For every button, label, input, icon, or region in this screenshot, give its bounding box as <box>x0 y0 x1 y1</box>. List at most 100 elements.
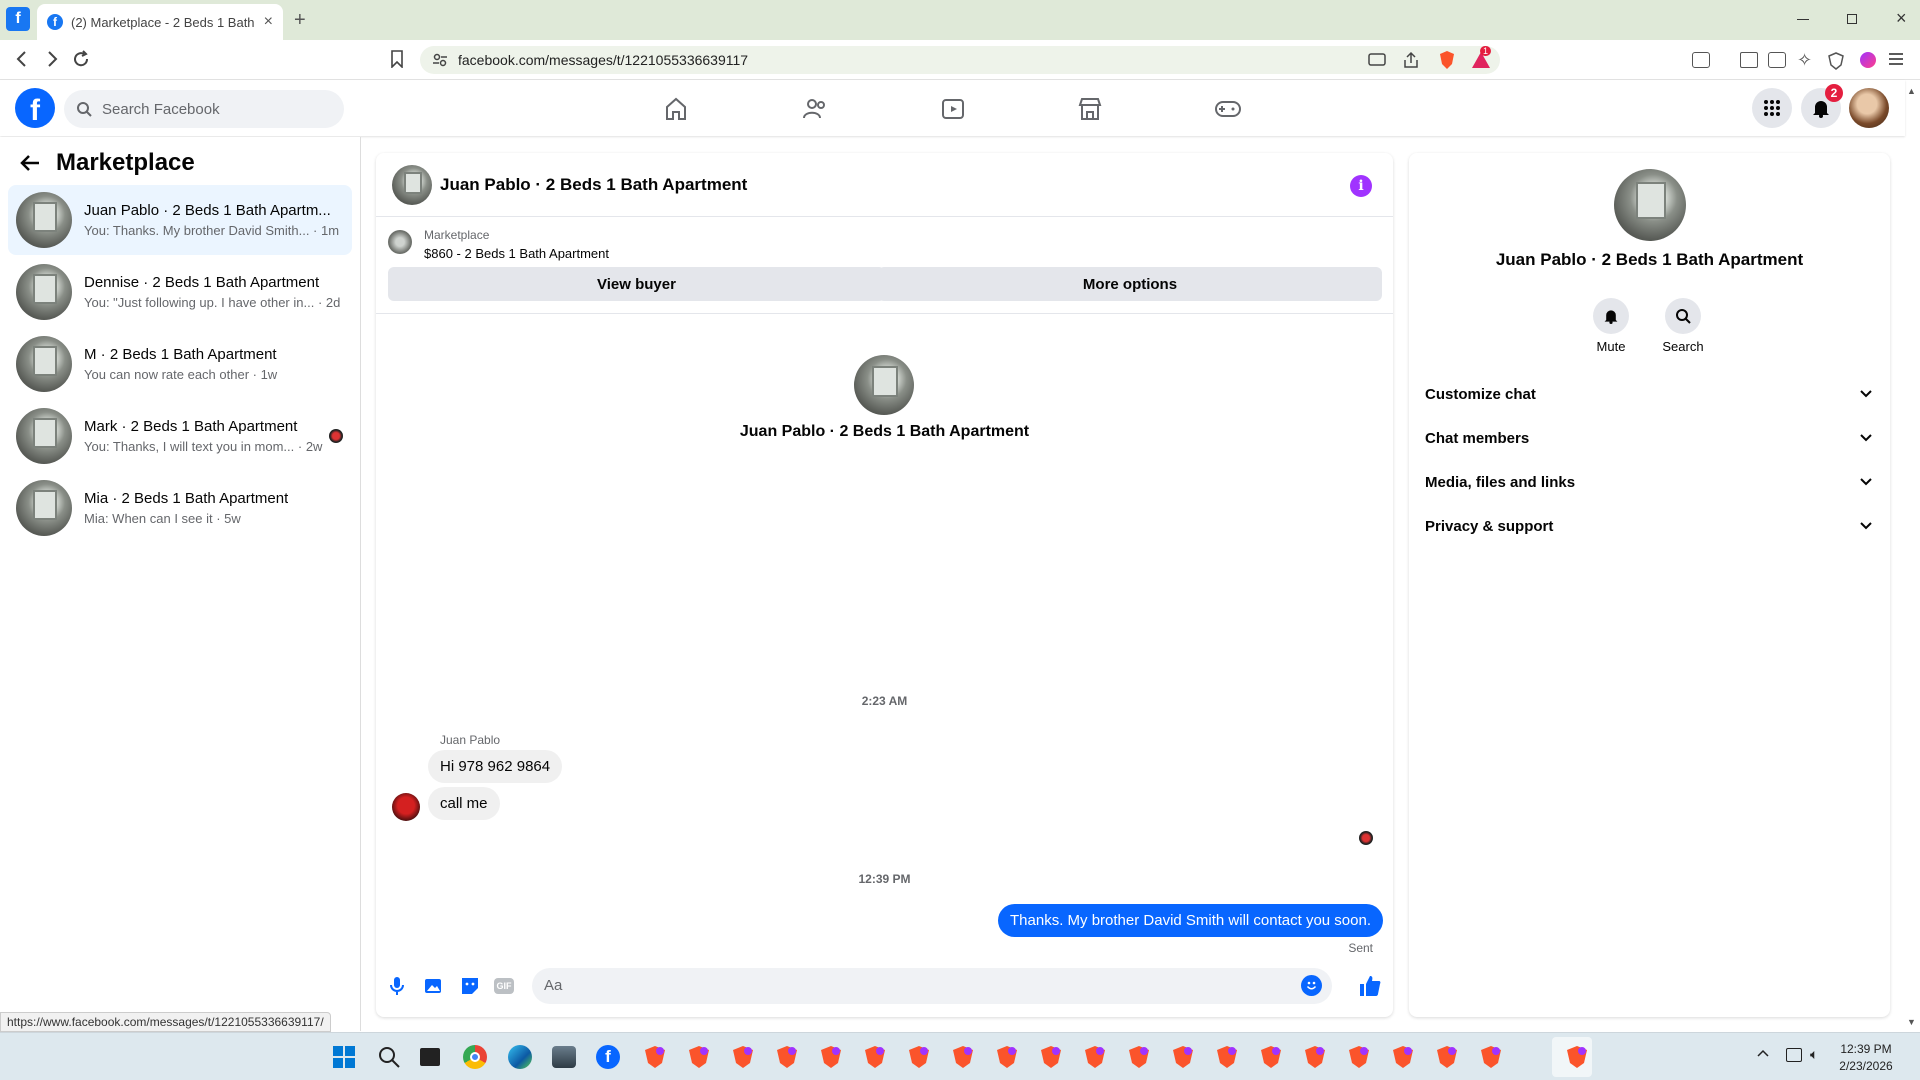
task-view-icon[interactable] <box>420 1048 440 1066</box>
message-input[interactable]: Aa <box>532 968 1332 1004</box>
section-chat-members[interactable]: Chat members <box>1425 420 1873 456</box>
section-customize-chat[interactable]: Customize chat <box>1425 376 1873 412</box>
extensions-icon[interactable] <box>1692 52 1710 68</box>
brave-icon[interactable] <box>1258 1044 1284 1070</box>
info-icon[interactable]: i <box>1350 175 1372 197</box>
brave-icon[interactable] <box>1126 1044 1152 1070</box>
browser-profile-icon[interactable]: f <box>6 7 30 31</box>
tray-chevron-up-icon[interactable] <box>1757 1049 1769 1057</box>
brave-shield-icon[interactable] <box>1438 50 1456 70</box>
reload-icon[interactable] <box>72 50 90 68</box>
tab-close-icon[interactable]: × <box>264 13 273 31</box>
conversation-item[interactable]: Mia · 2 Beds 1 Bath Apartment Mia: When c… <box>8 473 352 543</box>
view-buyer-button[interactable]: View buyer <box>388 267 885 301</box>
conversation-item[interactable]: Juan Pablo · 2 Beds 1 Bath Apartm... You:… <box>8 185 352 255</box>
incoming-message[interactable]: Hi 978 962 9864 <box>428 750 563 783</box>
brave-icon[interactable] <box>1170 1044 1196 1070</box>
brave-icon[interactable] <box>730 1044 756 1070</box>
like-thumb-icon[interactable] <box>1359 975 1381 997</box>
photo-icon[interactable] <box>424 976 444 996</box>
app-icon[interactable] <box>552 1046 576 1068</box>
brave-icon[interactable] <box>1082 1044 1108 1070</box>
search-chat-icon[interactable] <box>1665 298 1701 334</box>
chat-title[interactable]: Juan Pablo · 2 Beds 1 Bath Apartment <box>440 175 747 195</box>
close-window-icon[interactable]: × <box>1896 8 1907 29</box>
browser-tab[interactable]: f (2) Marketplace - 2 Beds 1 Bath Apar × <box>37 4 283 40</box>
nav-gaming-icon[interactable] <box>1208 90 1248 128</box>
edge-icon[interactable] <box>508 1045 532 1069</box>
nav-home-icon[interactable] <box>656 90 696 128</box>
site-settings-icon[interactable] <box>432 52 448 68</box>
incoming-message[interactable]: call me <box>428 787 500 820</box>
taskbar-time[interactable]: 12:39 PM <box>1836 1042 1896 1056</box>
taskbar-date[interactable]: 2/23/2026 <box>1836 1059 1896 1073</box>
brave-icon[interactable] <box>774 1044 800 1070</box>
cast-icon[interactable] <box>1368 52 1386 68</box>
back-arrow-icon[interactable] <box>20 154 40 172</box>
share-icon[interactable] <box>1402 51 1420 69</box>
brave-icon[interactable] <box>1214 1044 1240 1070</box>
sticker-icon[interactable] <box>460 976 480 996</box>
conversation-item[interactable]: M · 2 Beds 1 Bath Apartment You can now r… <box>8 329 352 399</box>
seen-receipt-avatar <box>1359 831 1373 845</box>
vpn-icon[interactable] <box>1828 52 1844 70</box>
address-bar[interactable]: facebook.com/messages/t/1221055336639117… <box>420 46 1500 74</box>
brave-icon[interactable] <box>1390 1044 1416 1070</box>
section-media-files-links[interactable]: Media, files and links <box>1425 464 1873 500</box>
chrome-icon[interactable] <box>463 1045 487 1069</box>
mute-bell-icon[interactable] <box>1593 298 1629 334</box>
microphone-icon[interactable] <box>390 976 404 996</box>
details-avatar[interactable] <box>1614 169 1686 241</box>
scrollbar-down-arrow[interactable]: ▼ <box>1907 1017 1916 1027</box>
sidebar-toggle-icon[interactable] <box>1740 52 1758 68</box>
notifications-bell-icon[interactable]: 2 <box>1801 84 1843 128</box>
menu-grid-icon[interactable] <box>1752 88 1792 128</box>
facebook-search-input[interactable]: Search Facebook <box>64 90 344 128</box>
brave-icon[interactable] <box>862 1044 888 1070</box>
brave-icon[interactable] <box>1038 1044 1064 1070</box>
outgoing-message[interactable]: Thanks. My brother David Smith will cont… <box>998 904 1383 937</box>
network-icon[interactable] <box>1786 1048 1802 1062</box>
section-privacy-support[interactable]: Privacy & support <box>1425 508 1873 544</box>
brave-icon[interactable] <box>906 1044 932 1070</box>
new-tab-button[interactable]: + <box>294 9 306 32</box>
restore-icon[interactable] <box>1847 14 1857 24</box>
gif-icon[interactable]: GIF <box>494 978 514 994</box>
minimize-icon[interactable] <box>1797 19 1809 20</box>
bookmark-icon[interactable] <box>390 50 404 68</box>
listing-title[interactable]: $860 - 2 Beds 1 Bath Apartment <box>424 246 609 261</box>
volume-icon[interactable]: 🔈︎ <box>1810 1046 1818 1063</box>
windows-start-icon[interactable] <box>333 1046 355 1068</box>
brave-icon[interactable] <box>642 1044 668 1070</box>
more-options-button[interactable]: More options <box>878 267 1382 301</box>
nav-friends-icon[interactable] <box>795 90 835 128</box>
brave-icon[interactable] <box>1434 1044 1460 1070</box>
brave-icon[interactable] <box>1302 1044 1328 1070</box>
brave-icon[interactable] <box>994 1044 1020 1070</box>
brave-icon[interactable] <box>950 1044 976 1070</box>
brave-icon[interactable] <box>686 1044 712 1070</box>
brave-icon[interactable] <box>1564 1044 1590 1070</box>
nav-video-icon[interactable] <box>933 90 973 128</box>
chat-header-avatar[interactable] <box>392 164 432 205</box>
scrollbar-up-arrow[interactable]: ▲ <box>1907 86 1916 96</box>
listing-thumbnail[interactable] <box>388 230 412 254</box>
emoji-icon[interactable] <box>1301 975 1322 996</box>
facebook-logo-icon[interactable]: f <box>15 88 55 128</box>
brave-icon[interactable] <box>1478 1044 1504 1070</box>
brave-icon[interactable] <box>1346 1044 1372 1070</box>
brave-icon[interactable] <box>818 1044 844 1070</box>
account-avatar[interactable] <box>1849 88 1889 128</box>
profile-extension-icon[interactable] <box>1860 52 1876 68</box>
menu-icon[interactable] <box>1888 52 1904 66</box>
leo-ai-icon[interactable]: ✧ <box>1797 50 1812 71</box>
brave-rewards-icon[interactable]: 1 <box>1470 46 1492 70</box>
facebook-taskbar-icon[interactable]: f <box>596 1045 620 1069</box>
conversation-item[interactable]: Dennise · 2 Beds 1 Bath Apartment You: "J… <box>8 257 352 327</box>
back-icon[interactable] <box>14 50 30 68</box>
forward-icon[interactable] <box>44 50 60 68</box>
taskbar-search-icon[interactable] <box>378 1046 400 1068</box>
wallet-icon[interactable] <box>1768 52 1786 68</box>
conversation-item[interactable]: Mark · 2 Beds 1 Bath Apartment You: Thank… <box>8 401 352 471</box>
nav-marketplace-icon[interactable] <box>1070 90 1110 128</box>
